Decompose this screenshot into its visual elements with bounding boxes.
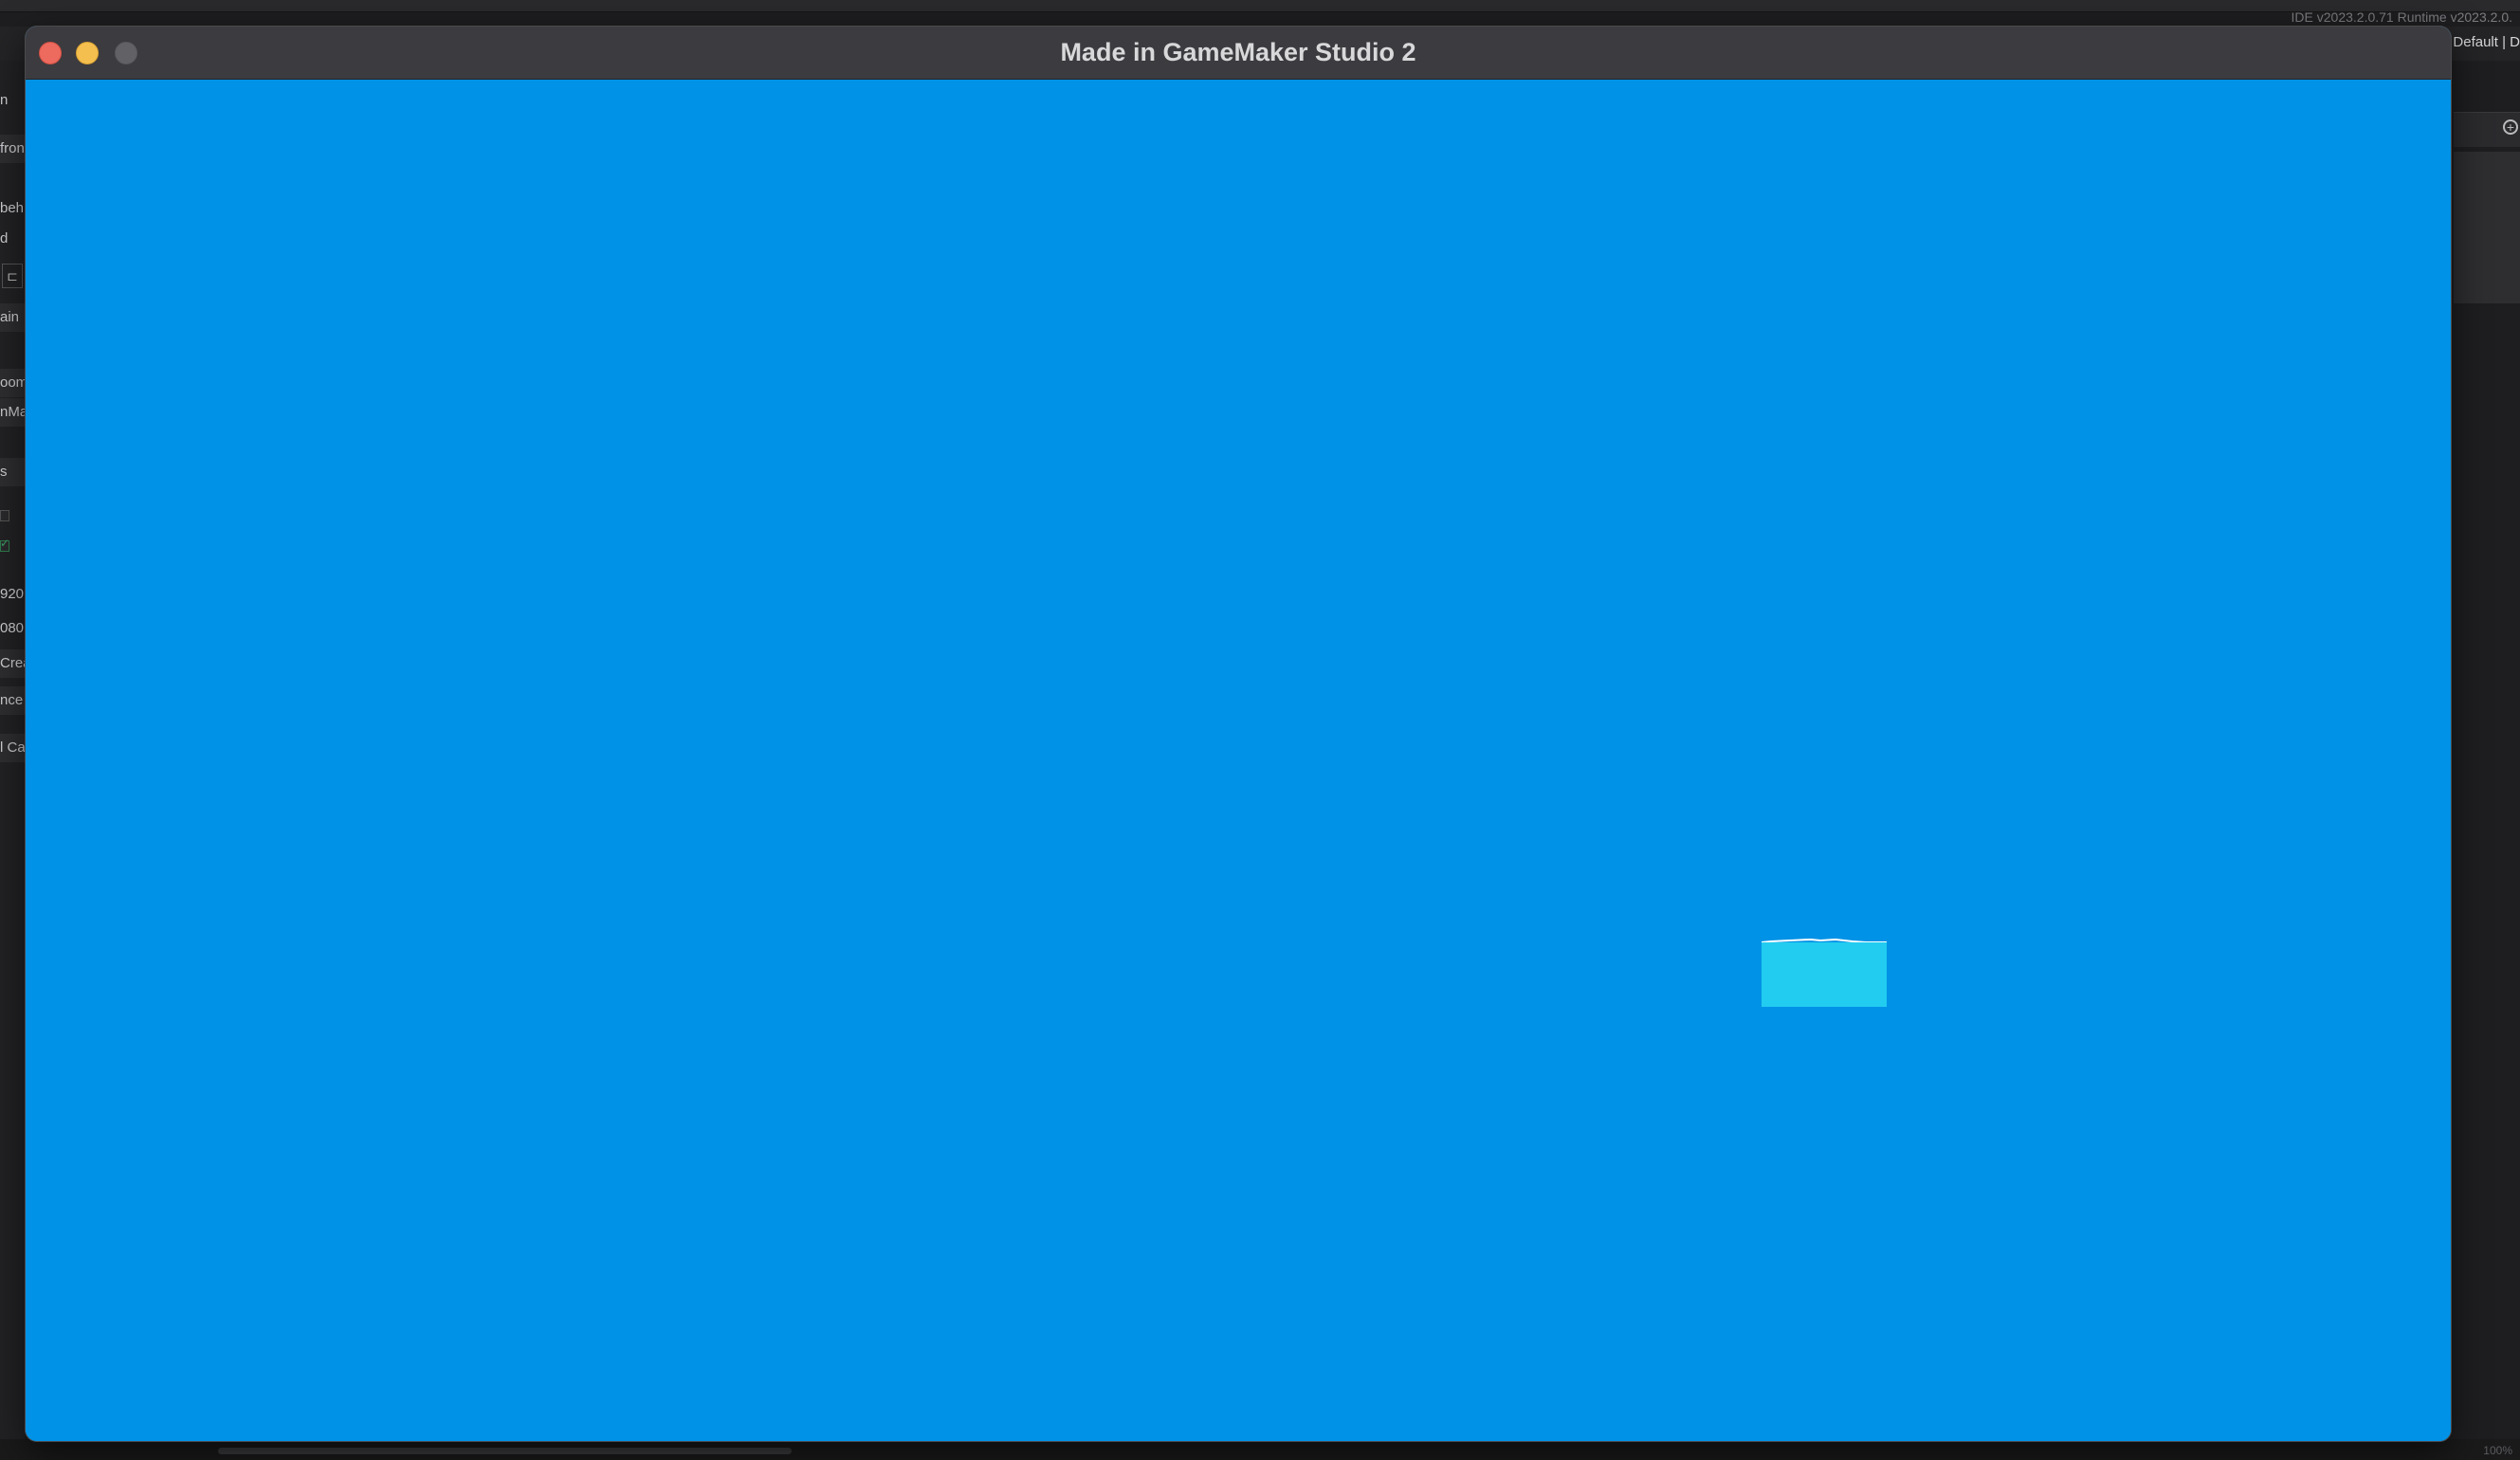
inspector-row: beh [0,200,25,216]
inspector-row[interactable]: l Ca [0,734,25,762]
water-object [1762,942,1887,1007]
inspector-row[interactable]: fron [0,135,25,163]
game-window: Made in GameMaker Studio 2 [26,27,2451,1441]
game-canvas[interactable] [26,80,2451,1441]
zoom-readout: 100% [2483,1444,2512,1457]
inspector-row[interactable]: nce [0,686,25,715]
asset-browser-panel [2454,152,2520,303]
ide-version-label: IDE v2023.2.0.71 Runtime v2023.2.0. [2291,9,2512,25]
window-title: Made in GameMaker Studio 2 [1060,38,1416,66]
target-config-selector[interactable]: Default | D [2453,34,2520,50]
inspector-checkbox[interactable] [0,510,9,521]
ide-inspector-panel: n fron beh d ⊏ ain oom nMa s 920 080 Cre… [0,61,25,1454]
inspector-checkbox-checked[interactable] [0,537,9,552]
inspector-row[interactable]: oom [0,369,25,397]
inspector-row[interactable]: 080 [0,614,25,643]
inspector-row: s [0,458,25,486]
inspector-row[interactable]: 920 [0,580,25,609]
inspector-row[interactable]: Crea [0,649,25,678]
add-icon[interactable]: + [2503,119,2518,135]
desktop: IDE v2023.2.0.71 Runtime v2023.2.0. Defa… [0,0,2520,1460]
ide-status-strip: 100% [0,1439,2520,1460]
ide-top-strip [0,0,2520,12]
layer-icon[interactable]: ⊏ [2,264,23,288]
inspector-row: n [0,92,9,108]
inspector-row[interactable]: ain [0,303,25,332]
inspector-row[interactable]: nMa [0,398,25,427]
inspector-row: d [0,230,9,246]
window-title-bar[interactable]: Made in GameMaker Studio 2 [26,27,2451,80]
horizontal-scrollbar[interactable] [218,1448,792,1454]
